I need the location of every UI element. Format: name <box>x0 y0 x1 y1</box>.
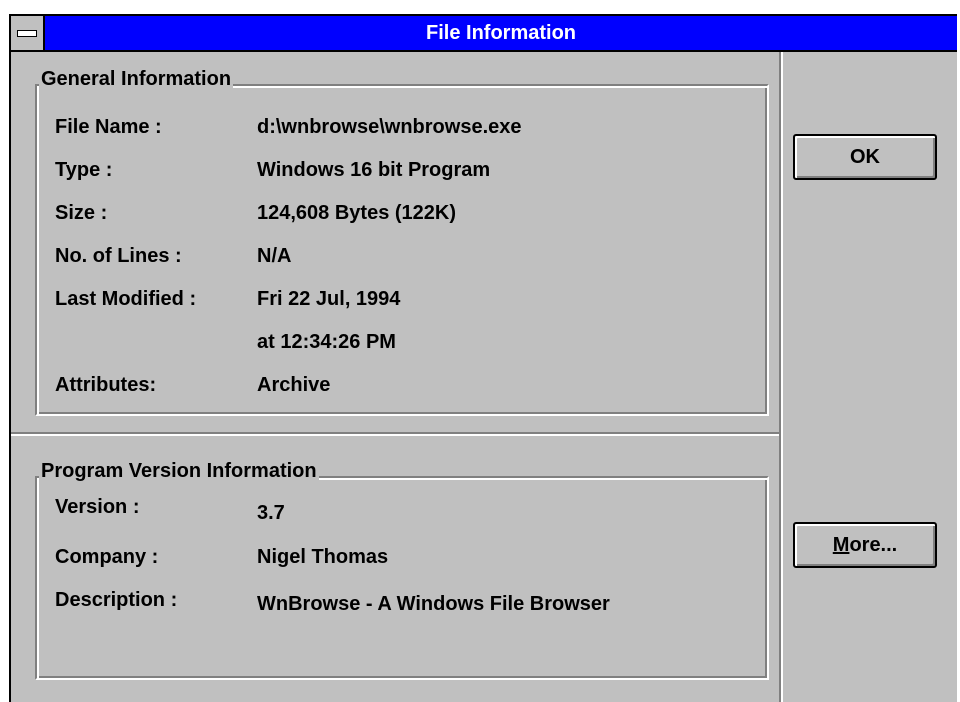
file-information-dialog: File Information General Information Fil… <box>9 14 957 702</box>
description-value: WnBrowse - A Windows File Browser <box>257 593 610 615</box>
company-label: Company : <box>55 546 159 568</box>
size-value: 124,608 Bytes (122K) <box>257 202 457 224</box>
file-name-value: d:\wnbrowse\wnbrowse.exe <box>257 116 522 138</box>
ok-button[interactable]: OK <box>793 134 937 180</box>
last-modified-label: Last Modified : <box>55 288 197 310</box>
attributes-label: Attributes: <box>55 374 157 396</box>
more-button-label: ore... <box>849 534 898 556</box>
system-menu-icon <box>17 30 37 37</box>
last-modified-time: at 12:34:26 PM <box>257 331 396 353</box>
section-divider <box>11 432 779 436</box>
company-value: Nigel Thomas <box>257 546 389 568</box>
title-bar[interactable]: File Information <box>11 16 957 52</box>
window-title: File Information <box>426 22 576 44</box>
system-menu-button[interactable] <box>11 16 45 50</box>
file-name-label: File Name : <box>55 116 162 138</box>
version-label: Version : <box>55 496 140 518</box>
more-button-mnemonic: M <box>832 534 850 556</box>
last-modified-date: Fri 22 Jul, 1994 <box>257 288 401 310</box>
version-information-heading: Program Version Information <box>39 460 319 483</box>
lines-value: N/A <box>257 245 292 267</box>
type-label: Type : <box>55 159 113 181</box>
info-panel: General Information File Name : d:\wnbro… <box>11 52 783 702</box>
ok-button-label: OK <box>850 146 880 168</box>
type-value: Windows 16 bit Program <box>257 159 491 181</box>
lines-label: No. of Lines : <box>55 245 182 267</box>
version-value: 3.7 <box>257 502 285 524</box>
general-information-heading: General Information <box>39 68 234 91</box>
version-information-group <box>35 476 769 680</box>
description-label: Description : <box>55 589 178 611</box>
size-label: Size : <box>55 202 108 224</box>
more-button[interactable]: More... <box>793 522 937 568</box>
attributes-value: Archive <box>257 374 331 396</box>
